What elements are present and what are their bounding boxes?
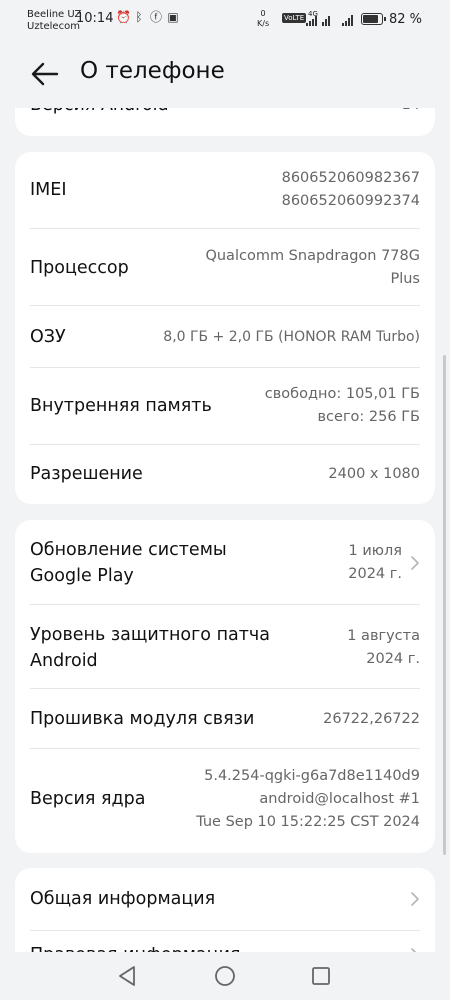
divider — [30, 930, 420, 931]
software-info-card: Обновление системы Google Play 1 июля 20… — [15, 520, 435, 853]
security-patch-label-line-1: Уровень защитного патча — [30, 625, 270, 645]
carrier-line-1: Beeline UZ — [27, 9, 82, 20]
network-speed-unit: K/s — [257, 19, 270, 28]
resolution-row[interactable]: Разрешение 2400 x 1080 — [30, 460, 420, 488]
resolution-label: Разрешение — [30, 464, 143, 484]
processor-label: Процессор — [30, 258, 129, 278]
ram-label: ОЗУ — [30, 327, 66, 347]
security-patch-value-line-1: 1 августа — [347, 628, 420, 644]
security-patch-value-line-2: 2024 г. — [366, 651, 420, 667]
google-play-update-value-line-1: 1 июля — [348, 543, 402, 559]
security-patch-label-line-2: Android — [30, 651, 98, 671]
notification-icons: ⏰ ᛒ ⓕ ▣ — [116, 11, 179, 24]
google-play-update-label: Обновление системы Google Play — [30, 537, 227, 589]
processor-value: Qualcomm Snapdragon 778G Plus — [205, 245, 420, 291]
imei-value-line-1: 860652060982367 — [281, 170, 420, 186]
kernel-version-value-line-3: Tue Sep 10 15:22:25 CST 2024 — [196, 813, 420, 830]
imei-value-line-2: 860652060992374 — [281, 193, 420, 209]
facebook-icon: ⓕ — [150, 10, 163, 24]
nav-recents-icon[interactable] — [310, 965, 332, 987]
status-time: 10:14 — [76, 11, 114, 26]
hardware-info-card: IMEI 860652060982367 860652060992374 Про… — [15, 152, 435, 504]
storage-label: Внутренняя память — [30, 396, 212, 416]
baseband-label: Прошивка модуля связи — [30, 709, 255, 729]
network-type: 4G — [308, 10, 318, 18]
bluetooth-icon: ᛒ — [135, 10, 143, 24]
back-arrow-icon — [31, 62, 59, 86]
kernel-version-value: 5.4.254-qgki-g6a7d8e1140d9 android@local… — [196, 765, 420, 834]
kernel-version-label: Версия ядра — [30, 789, 146, 809]
storage-total-value: всего: 256 ГБ — [317, 409, 421, 425]
google-play-update-value-group: 1 июля 2024 г. — [348, 540, 420, 586]
google-play-update-value-line-2: 2024 г. — [348, 566, 402, 582]
baseband-row[interactable]: Прошивка модуля связи 26722,26722 — [30, 704, 420, 734]
processor-value-line-1: Qualcomm Snapdragon 778G — [205, 248, 420, 264]
google-play-update-label-line-2: Google Play — [30, 566, 134, 586]
divider — [30, 748, 420, 749]
carrier-info: Beeline UZ Uztelecom — [27, 9, 81, 33]
battery-percent: 82 % — [389, 12, 423, 27]
signal-icon-2 — [342, 14, 353, 26]
page-title: О телефоне — [80, 58, 225, 84]
general-info-label: Общая информация — [30, 889, 216, 909]
kernel-version-value-line-2: android@localhost #1 — [259, 790, 420, 807]
storage-free-value: свободно: 105,01 ГБ — [264, 386, 420, 402]
divider — [30, 604, 420, 605]
navigation-bar — [0, 952, 450, 1000]
security-patch-row[interactable]: Уровень защитного патча Android 1 август… — [30, 620, 420, 676]
wifi-icon — [322, 14, 330, 26]
carrier-line-2: Uztelecom — [27, 21, 80, 32]
chevron-right-icon — [411, 556, 419, 570]
google-play-update-row[interactable]: Обновление системы Google Play 1 июля 20… — [30, 535, 420, 591]
battery-icon — [361, 13, 386, 25]
nav-back-icon[interactable] — [116, 964, 138, 988]
chevron-right-icon — [411, 892, 419, 906]
divider — [30, 305, 420, 306]
general-info-row[interactable]: Общая информация — [30, 886, 420, 912]
google-play-update-value: 1 июля 2024 г. — [348, 540, 402, 586]
app-header: О телефоне — [0, 40, 450, 108]
resolution-value: 2400 x 1080 — [328, 465, 420, 482]
network-speed-value: 0 — [260, 9, 266, 18]
security-patch-value: 1 августа 2024 г. — [347, 625, 420, 671]
back-button[interactable] — [30, 60, 60, 88]
google-play-update-label-line-1: Обновление системы — [30, 540, 227, 560]
processor-value-line-2: Plus — [390, 271, 420, 287]
scrollbar[interactable] — [443, 355, 446, 855]
network-speed: 0 K/s — [257, 9, 269, 29]
imei-value: 860652060982367 860652060992374 — [282, 167, 420, 213]
volte-badge: VoLTE — [282, 13, 307, 23]
divider — [30, 444, 420, 445]
baseband-value: 26722,26722 — [323, 710, 420, 727]
security-patch-label: Уровень защитного патча Android — [30, 622, 270, 674]
kernel-version-row[interactable]: Версия ядра 5.4.254-qgki-g6a7d8e1140d9 a… — [30, 763, 420, 835]
kernel-version-value-line-1: 5.4.254-qgki-g6a7d8e1140d9 — [204, 767, 420, 784]
nav-home-icon[interactable] — [213, 964, 237, 988]
divider — [30, 367, 420, 368]
divider — [30, 228, 420, 229]
app-notification-icon: ▣ — [167, 10, 179, 24]
imei-label: IMEI — [30, 180, 67, 200]
processor-row[interactable]: Процессор Qualcomm Snapdragon 778G Plus — [30, 242, 420, 294]
storage-value: свободно: 105,01 ГБ всего: 256 ГБ — [265, 383, 420, 429]
storage-row[interactable]: Внутренняя память свободно: 105,01 ГБ вс… — [30, 380, 420, 432]
status-bar: Beeline UZ Uztelecom 10:14 ⏰ ᛒ ⓕ ▣ 0 K/s… — [0, 0, 450, 40]
ram-value: 8,0 ГБ + 2,0 ГБ (HONOR RAM Turbo) — [163, 328, 420, 345]
alarm-icon: ⏰ — [116, 10, 131, 24]
ram-row[interactable]: ОЗУ 8,0 ГБ + 2,0 ГБ (HONOR RAM Turbo) — [30, 322, 420, 352]
divider — [30, 688, 420, 689]
imei-row[interactable]: IMEI 860652060982367 860652060992374 — [30, 164, 420, 216]
